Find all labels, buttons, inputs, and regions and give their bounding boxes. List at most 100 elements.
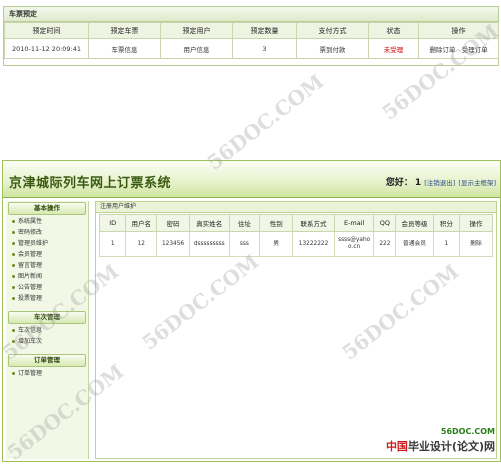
sidebar-item-label: 图片新闻 [18,273,43,280]
content-panel: 注册用户维护 ID 用户名 密码 真实姓名 住址 性别 联系方式 E-mail … [95,201,497,459]
sidebar: 基本操作 系统属性 密码修改 管理员维护 会员管理 留言管理 图片新闻 公告管理… [6,201,89,459]
booking-table: 预定时间 预定车票 预定用户 预定数量 支付方式 状态 操作 2010-11-1… [4,22,499,59]
col-header: 联系方式 [292,214,335,232]
show-main-frame-link[interactable]: [显示主框架] [458,179,496,187]
sidebar-item-label: 公告管理 [18,284,43,291]
user-level: 普通会员 [395,231,434,257]
col-header: E-mail [333,214,375,232]
sidebar-item-label: 密码修改 [18,229,43,236]
user-points: 1 [432,231,461,257]
sidebar-item-system-properties[interactable]: 系统属性 [6,216,88,227]
col-header: 预定数量 [232,22,297,39]
col-header: 预定用户 [160,22,233,39]
site-domain: 56DOC.COM [440,427,495,436]
col-header: 用户名 [125,214,158,232]
logout-link[interactable]: [注销退出] [424,179,455,187]
content-title: 注册用户维护 [96,202,496,213]
col-header: ID [98,214,127,232]
users-table-header: ID 用户名 密码 真实姓名 住址 性别 联系方式 E-mail QQ 会员等级… [98,214,493,232]
payment-method: 票到付款 [296,38,369,59]
user-qq: 222 [373,231,397,257]
sidebar-item-add-train[interactable]: 增加车次 [6,336,88,347]
col-header: 状态 [368,22,419,39]
user-address: sss [228,231,261,257]
sidebar-item-members[interactable]: 会员管理 [6,249,88,260]
bullet-icon [12,340,15,343]
col-header: 性别 [259,214,294,232]
table-row: 2010-11-12 20:09:41 车票信息 用户信息 3 票到付款 未受理… [4,38,499,59]
users-table: ID 用户名 密码 真实姓名 住址 性别 联系方式 E-mail QQ 会员等级… [98,214,493,257]
current-username: 1 [414,178,422,188]
user-greeting: 您好： 1 [注销退出] [显示主框架] [386,175,496,188]
bullet-icon [12,264,15,267]
user-phone: 13222222 [292,231,335,257]
bullet-icon [12,372,15,375]
col-header: 积分 [432,214,461,232]
sidebar-item-label: 投票管理 [18,295,43,302]
sidebar-item-label: 订单管理 [18,370,43,377]
logo-brand-text: 毕业设计(论文)网 [407,440,495,453]
col-header: 预定时间 [4,22,89,39]
sidebar-item-label: 留言管理 [18,262,43,269]
user-username: 12 [125,231,158,257]
sidebar-item-announcements[interactable]: 公告管理 [6,282,88,293]
user-password: 123456 [156,231,190,257]
table-row: 1 12 123456 dsssssssss sss 男 13222222 ss… [98,231,493,257]
col-header: 住址 [228,214,261,232]
logo-brand-cn: 中国 [385,440,408,453]
bullet-icon [12,297,15,300]
sidebar-item-label: 系统属性 [18,218,43,225]
user-info-link[interactable]: 用户信息 [160,38,233,59]
sidebar-item-photo-news[interactable]: 图片新闻 [6,271,88,282]
bullet-icon [12,275,15,278]
booking-panel: 车票预定 预定时间 预定车票 预定用户 预定数量 支付方式 状态 操作 2010… [3,6,499,66]
status-badge: 未受理 [368,38,419,59]
sidebar-item-change-password[interactable]: 密码修改 [6,227,88,238]
booking-time: 2010-11-12 20:09:41 [4,38,89,59]
bullet-icon [12,286,15,289]
site-logo: 56DOC.COM 中国毕业设计(论文)网 [385,427,495,454]
col-header: 真实姓名 [189,214,230,232]
sidebar-item-order-management[interactable]: 订单管理 [6,368,88,379]
col-header: 操作 [459,214,493,232]
col-header: 会员等级 [395,214,434,232]
bullet-icon [12,220,15,223]
sidebar-section-basic[interactable]: 基本操作 [8,202,86,215]
user-id: 1 [98,231,127,257]
app-title: 京津城际列车网上订票系统 [9,176,172,191]
bullet-icon [12,231,15,234]
accept-order-link[interactable]: 受理订单 [462,46,488,54]
sidebar-section-trains[interactable]: 车次管理 [8,311,86,324]
user-realname: dsssssssss [189,231,230,257]
col-header: 预定车票 [88,22,161,39]
col-header: 支付方式 [296,22,369,39]
bullet-icon [12,329,15,332]
sidebar-section-orders[interactable]: 订单管理 [8,354,86,367]
sidebar-item-label: 管理员维护 [18,240,49,247]
booking-actions: 删除订单 受理订单 [418,38,499,59]
delete-user-link[interactable]: 删除 [459,231,493,257]
watermark: 56DOC.COM [202,69,329,175]
booking-quantity: 3 [232,38,297,59]
admin-app-window: 京津城际列车网上订票系统 您好： 1 [注销退出] [显示主框架] 基本操作 系… [2,160,501,462]
greeting-label: 您好： [385,178,413,188]
sidebar-item-train-info[interactable]: 车次信息 [6,325,88,336]
bullet-icon [12,242,15,245]
sidebar-item-label: 车次信息 [18,327,43,334]
user-email: ssss@yahoo.cn [333,231,375,257]
booking-table-header: 预定时间 预定车票 预定用户 预定数量 支付方式 状态 操作 [4,22,499,39]
sidebar-item-label: 会员管理 [18,251,43,258]
booking-panel-title: 车票预定 [4,7,498,22]
app-header: 京津城际列车网上订票系统 您好： 1 [注销退出] [显示主框架] [3,161,500,198]
col-header: 操作 [418,22,499,39]
col-header: 密码 [156,214,190,232]
sidebar-item-votes[interactable]: 投票管理 [6,293,88,304]
user-gender: 男 [259,231,294,257]
delete-order-link[interactable]: 删除订单 [429,46,455,54]
bullet-icon [12,253,15,256]
col-header: QQ [373,214,397,232]
sidebar-item-messages[interactable]: 留言管理 [6,260,88,271]
ticket-info-link[interactable]: 车票信息 [88,38,161,59]
sidebar-item-label: 增加车次 [18,338,43,345]
sidebar-item-admins[interactable]: 管理员维护 [6,238,88,249]
